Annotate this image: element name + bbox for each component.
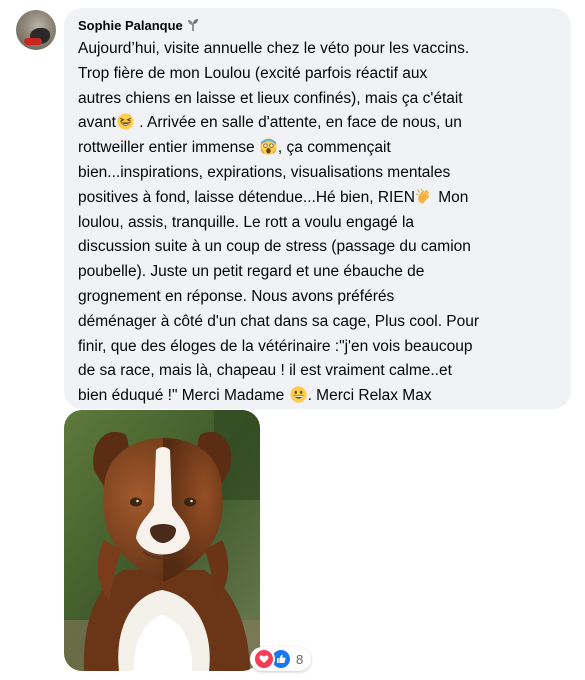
reactions-summary[interactable]: 8 (250, 647, 312, 671)
comment: Sophie Palanque Aujourd’hui, visite annu… (0, 0, 585, 680)
comment-segment: . Arrivée en salle d'attente, en face de… (134, 114, 462, 132)
comment-line: poubelle). Juste un petit regard et une … (78, 263, 425, 281)
comment-segment: avant (78, 114, 116, 132)
comment-line: autres chiens en laisse et lieux confiné… (78, 89, 463, 107)
comment-line: Trop fière de mon Loulou (excité parfois… (78, 64, 428, 82)
comment-line: de sa race, mais là, chapeau ! il est vr… (78, 362, 452, 380)
comment-segment: positives à fond, laisse détendue...Hé b… (78, 188, 415, 206)
dog-photo[interactable] (64, 410, 260, 671)
comment-line: déménager à côté d'un chat dans sa cage,… (78, 312, 480, 330)
comment-bubble: Sophie Palanque Aujourd’hui, visite annu… (64, 8, 571, 409)
reaction-count: 8 (296, 651, 304, 667)
face-screaming-in-fear-icon (260, 138, 277, 155)
grinning-squinting-face-icon (117, 113, 134, 130)
avatar[interactable] (16, 10, 56, 50)
comment-line: grognement en réponse. Nous avons préfér… (78, 287, 395, 305)
comment-segment: bien éduqué !" Merci Madame (78, 387, 289, 405)
comment-line: loulou, assis, tranquille. Le rott a vou… (78, 213, 415, 231)
author-name[interactable]: Sophie Palanque (78, 18, 183, 33)
comment-line: Aujourd’hui, visite annuelle chez le vét… (78, 40, 470, 57)
comment-segment: , ça commençait (277, 139, 391, 157)
comment-line: finir, que des éloges de la vétérinaire … (78, 337, 473, 355)
dog-illustration (64, 410, 260, 671)
comment-line: bien...inspirations, expirations, visual… (78, 163, 451, 181)
comment-segment: Mon (433, 188, 469, 206)
seedling-icon (187, 19, 198, 31)
comment-line: discussion suite à un coup de stress (pa… (78, 238, 471, 256)
comment-text: Aujourd’hui, visite annuelle chez le vét… (78, 37, 564, 409)
comment-segment: . Merci Relax Max (307, 387, 432, 405)
grinning-face-icon (289, 386, 307, 403)
comment-segment: rottweiller entier immense (78, 139, 259, 157)
clapping-hands-icon (415, 188, 430, 204)
love-reaction-icon (253, 648, 275, 670)
